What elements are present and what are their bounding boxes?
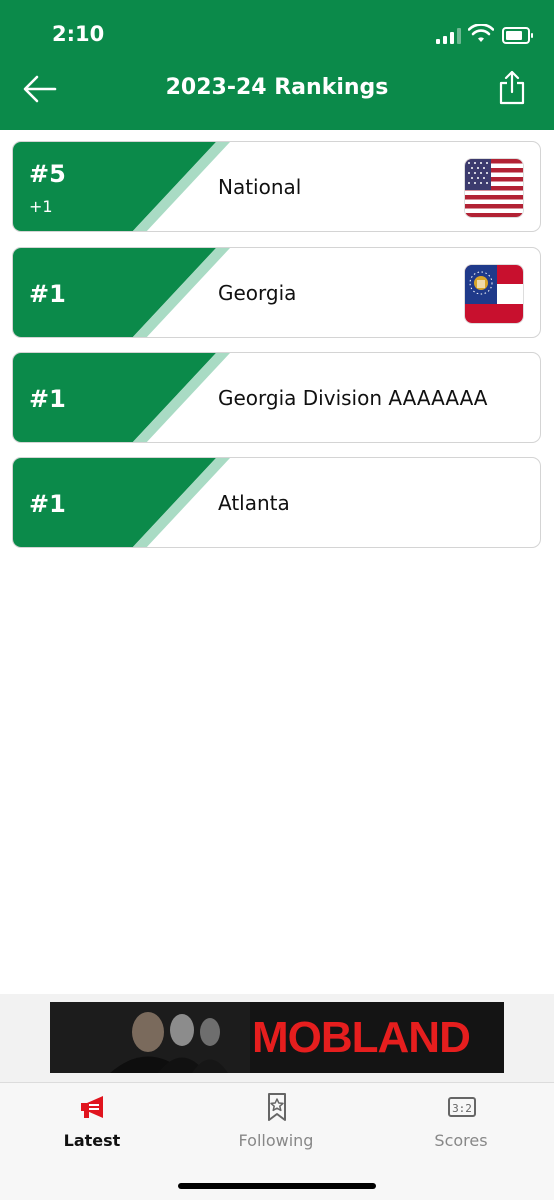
- ranking-card-atlanta[interactable]: #1 Atlanta: [12, 457, 541, 548]
- georgia-flag-icon: [464, 264, 524, 324]
- tab-label: Following: [238, 1131, 314, 1150]
- rank-number: #5: [29, 160, 66, 188]
- scoreboard-icon: 3:2: [448, 1097, 476, 1117]
- tab-label: Latest: [63, 1131, 121, 1150]
- ranking-label: National: [218, 175, 302, 199]
- ad-banner[interactable]: MOBLAND: [50, 1002, 504, 1073]
- ranking-label: Georgia Division AAAAAAA: [218, 386, 488, 410]
- rank-change: +1: [29, 197, 53, 216]
- svg-text:3:2: 3:2: [452, 1102, 472, 1115]
- wifi-icon: [468, 24, 494, 42]
- ad-title: MOBLAND: [252, 1013, 471, 1062]
- megaphone-icon: [81, 1096, 103, 1118]
- ranking-card-national[interactable]: #5 +1 National: [12, 141, 541, 232]
- us-flag-icon: [464, 158, 524, 218]
- page-title: 2023-24 Rankings: [165, 75, 389, 100]
- rank-number: #1: [29, 280, 66, 308]
- ranking-card-georgia-division[interactable]: #1 Georgia Division AAAAAAA: [12, 352, 541, 443]
- battery-icon: [502, 27, 533, 44]
- tab-scores[interactable]: 3:2 Scores: [386, 1083, 536, 1163]
- ad-people-image: [50, 1002, 250, 1073]
- share-icon[interactable]: [498, 70, 526, 106]
- tab-latest[interactable]: Latest: [17, 1083, 167, 1163]
- cell-signal-icon: [436, 28, 462, 44]
- ranking-label: Atlanta: [218, 491, 290, 515]
- tab-label: Scores: [434, 1131, 488, 1150]
- ad-container: MOBLAND: [0, 994, 554, 1082]
- rank-number: #1: [29, 490, 66, 518]
- home-indicator: [178, 1183, 376, 1189]
- bottom-tab-bar: Latest Following 3:2 Scores: [0, 1082, 554, 1200]
- ranking-label: Georgia: [218, 281, 297, 305]
- ranking-card-georgia[interactable]: #1 Georgia: [12, 247, 541, 338]
- tab-following[interactable]: Following: [201, 1083, 351, 1163]
- bookmark-star-icon: [268, 1093, 286, 1121]
- status-time: 2:10: [52, 22, 105, 46]
- rank-number: #1: [29, 385, 66, 413]
- top-header: 2:10 2023-24 Rankings: [0, 0, 554, 130]
